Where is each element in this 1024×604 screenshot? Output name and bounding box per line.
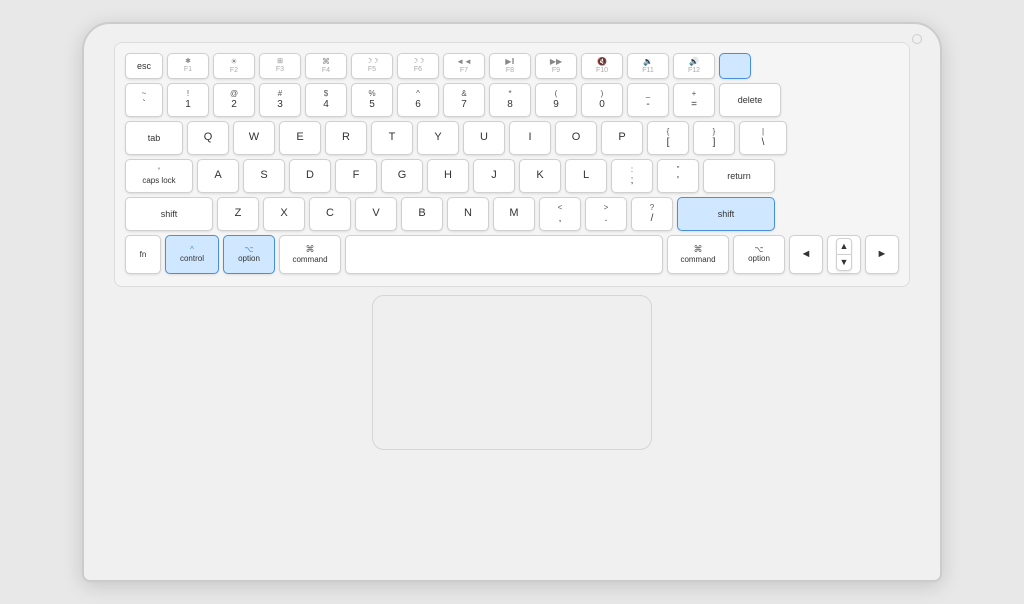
zxcv-key-row: shift Z X C V B N M <, >. ?/ shift	[125, 197, 899, 231]
key-4[interactable]: $4	[305, 83, 347, 117]
asdf-key-row: * caps lock A S D F G H J K L :; "' retu…	[125, 159, 899, 193]
key-esc[interactable]: esc	[125, 53, 163, 79]
key-2[interactable]: @2	[213, 83, 255, 117]
key-power[interactable]	[719, 53, 751, 79]
fn-key-row: esc ✱F1 ☀F2 ⊞F3 ⌘F4 ☽☽F5 ☽☽F6 ◄◄F7 ▶‖F8 …	[125, 53, 899, 79]
key-fn[interactable]: fn	[125, 235, 161, 274]
number-key-row: ~` !1 @2 #3 $4 %5 ^6 &7 *8 (9 )0 _- += d…	[125, 83, 899, 117]
key-period[interactable]: >.	[585, 197, 627, 231]
key-slash[interactable]: ?/	[631, 197, 673, 231]
key-p[interactable]: P	[601, 121, 643, 155]
key-backtick[interactable]: ~`	[125, 83, 163, 117]
key-minus[interactable]: _-	[627, 83, 669, 117]
key-t[interactable]: T	[371, 121, 413, 155]
key-f10[interactable]: 🔇F10	[581, 53, 623, 79]
key-arrow-updown: ▲ ▼	[827, 235, 861, 274]
key-bracket-r[interactable]: }]	[693, 121, 735, 155]
key-8[interactable]: *8	[489, 83, 531, 117]
key-3[interactable]: #3	[259, 83, 301, 117]
key-tab[interactable]: tab	[125, 121, 183, 155]
key-delete[interactable]: delete	[719, 83, 781, 117]
key-command-left[interactable]: ⌘ command	[279, 235, 341, 274]
key-return[interactable]: return	[703, 159, 775, 193]
key-equals[interactable]: +=	[673, 83, 715, 117]
key-f4[interactable]: ⌘F4	[305, 53, 347, 79]
key-f[interactable]: F	[335, 159, 377, 193]
key-k[interactable]: K	[519, 159, 561, 193]
keyboard: esc ✱F1 ☀F2 ⊞F3 ⌘F4 ☽☽F5 ☽☽F6 ◄◄F7 ▶‖F8 …	[114, 42, 910, 287]
key-shift-left[interactable]: shift	[125, 197, 213, 231]
key-f7[interactable]: ◄◄F7	[443, 53, 485, 79]
key-f11[interactable]: 🔉F11	[627, 53, 669, 79]
key-r[interactable]: R	[325, 121, 367, 155]
key-f5[interactable]: ☽☽F5	[351, 53, 393, 79]
key-f2[interactable]: ☀F2	[213, 53, 255, 79]
key-quote[interactable]: "'	[657, 159, 699, 193]
key-e[interactable]: E	[279, 121, 321, 155]
key-shift-right[interactable]: shift	[677, 197, 775, 231]
key-caps-lock[interactable]: * caps lock	[125, 159, 193, 193]
key-o[interactable]: O	[555, 121, 597, 155]
key-d[interactable]: D	[289, 159, 331, 193]
key-c[interactable]: C	[309, 197, 351, 231]
key-i[interactable]: I	[509, 121, 551, 155]
key-arrow-left[interactable]: ◄	[789, 235, 823, 274]
key-7[interactable]: &7	[443, 83, 485, 117]
key-f6[interactable]: ☽☽F6	[397, 53, 439, 79]
key-comma[interactable]: <,	[539, 197, 581, 231]
laptop-body: esc ✱F1 ☀F2 ⊞F3 ⌘F4 ☽☽F5 ☽☽F6 ◄◄F7 ▶‖F8 …	[82, 22, 942, 582]
trackpad[interactable]	[372, 295, 652, 450]
key-j[interactable]: J	[473, 159, 515, 193]
key-backslash[interactable]: |\	[739, 121, 787, 155]
key-f8[interactable]: ▶‖F8	[489, 53, 531, 79]
key-f1[interactable]: ✱F1	[167, 53, 209, 79]
key-b[interactable]: B	[401, 197, 443, 231]
key-y[interactable]: Y	[417, 121, 459, 155]
key-l[interactable]: L	[565, 159, 607, 193]
key-command-right[interactable]: ⌘ command	[667, 235, 729, 274]
key-f12[interactable]: 🔊F12	[673, 53, 715, 79]
key-h[interactable]: H	[427, 159, 469, 193]
key-g[interactable]: G	[381, 159, 423, 193]
key-0[interactable]: )0	[581, 83, 623, 117]
key-bracket-l[interactable]: {[	[647, 121, 689, 155]
key-m[interactable]: M	[493, 197, 535, 231]
key-5[interactable]: %5	[351, 83, 393, 117]
key-arrow-down[interactable]: ▼	[836, 254, 853, 271]
bottom-key-row: fn ^ control ⌥ option ⌘ command ⌘ comman…	[125, 235, 899, 274]
key-semicolon[interactable]: :;	[611, 159, 653, 193]
key-9[interactable]: (9	[535, 83, 577, 117]
key-arrow-up[interactable]: ▲	[836, 238, 853, 254]
qwerty-key-row: tab Q W E R T Y U I O P {[ }] |\	[125, 121, 899, 155]
key-n[interactable]: N	[447, 197, 489, 231]
key-arrow-right[interactable]: ►	[865, 235, 899, 274]
key-f3[interactable]: ⊞F3	[259, 53, 301, 79]
key-f9[interactable]: ▶▶F9	[535, 53, 577, 79]
key-space[interactable]	[345, 235, 663, 274]
key-x[interactable]: X	[263, 197, 305, 231]
key-a[interactable]: A	[197, 159, 239, 193]
key-s[interactable]: S	[243, 159, 285, 193]
key-w[interactable]: W	[233, 121, 275, 155]
key-1[interactable]: !1	[167, 83, 209, 117]
key-v[interactable]: V	[355, 197, 397, 231]
key-option-left[interactable]: ⌥ option	[223, 235, 275, 274]
key-q[interactable]: Q	[187, 121, 229, 155]
key-6[interactable]: ^6	[397, 83, 439, 117]
key-u[interactable]: U	[463, 121, 505, 155]
key-control[interactable]: ^ control	[165, 235, 219, 274]
key-z[interactable]: Z	[217, 197, 259, 231]
key-option-right[interactable]: ⌥ option	[733, 235, 785, 274]
